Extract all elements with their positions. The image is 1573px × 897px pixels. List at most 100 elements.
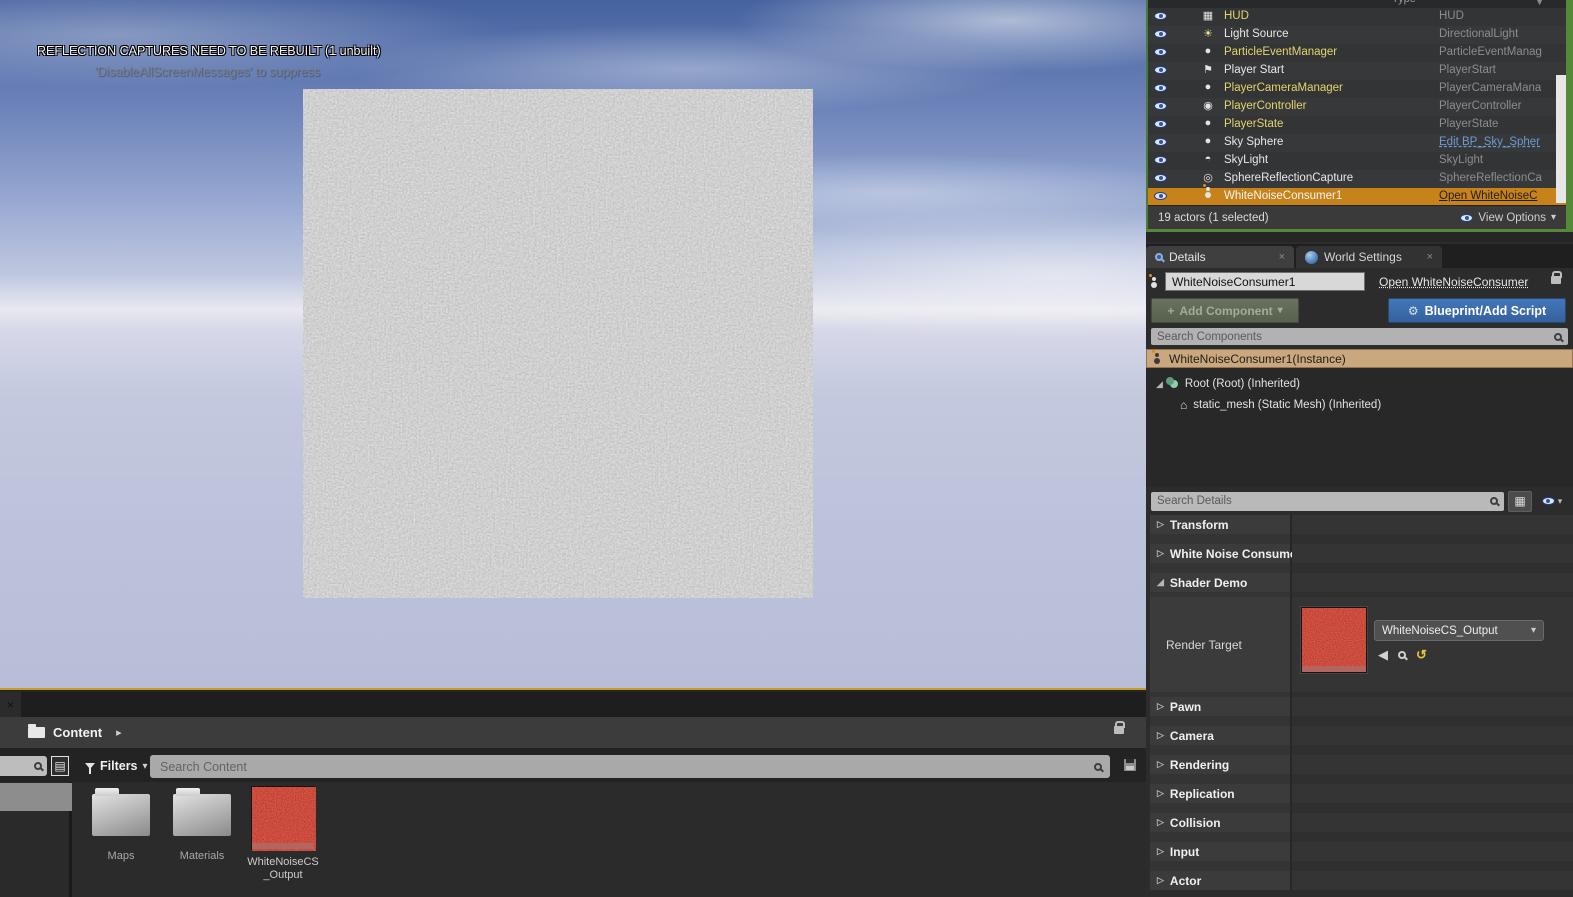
content-browser-asset-area: Maps Materials — [0, 782, 1146, 897]
property-matrix-button[interactable]: ▦ — [1508, 491, 1532, 512]
tree-item-label: static_mesh (Static Mesh) (Inherited) — [1193, 399, 1381, 411]
category-camera[interactable]: ▷ Camera — [1150, 726, 1573, 745]
visibility-eye-icon[interactable] — [1154, 138, 1167, 146]
open-blueprint-link[interactable]: Open WhiteNoiseC — [1439, 190, 1556, 202]
instance-row-selected[interactable]: WhiteNoiseConsumer1(Instance) — [1146, 349, 1573, 368]
category-actor[interactable]: ▷ Actor — [1150, 871, 1573, 890]
category-label: Rendering — [1170, 758, 1229, 772]
category-rendering[interactable]: ▷ Rendering — [1150, 755, 1573, 774]
blueprint-add-script-button[interactable]: ⚙ Blueprint/Add Script — [1388, 298, 1566, 323]
use-selected-asset-icon[interactable]: ◀ — [1378, 647, 1388, 663]
expander-collapsed-icon: ▷ — [1157, 519, 1164, 530]
content-browser-close-tab[interactable]: × — [0, 692, 21, 717]
sort-arrow-icon: ▼ — [1535, 0, 1544, 7]
category-white-noise-consumer[interactable]: ▷ White Noise Consumer — [1150, 544, 1573, 563]
level-viewport[interactable]: REFLECTION CAPTURES NEED TO BE REBUILT (… — [0, 0, 1146, 690]
outliner-row-player-start[interactable]: ⚑ Player Start PlayerStart — [1148, 62, 1566, 80]
visibility-eye-icon[interactable] — [1154, 48, 1167, 56]
reflection-capture-icon: ◎ — [1200, 171, 1216, 184]
white-noise-plane-mesh[interactable] — [303, 89, 813, 598]
category-replication[interactable]: ▷ Replication — [1150, 784, 1573, 803]
display-filter-button[interactable]: ▾ — [1536, 496, 1568, 507]
details-tab-icon — [1155, 253, 1163, 261]
outliner-row-skylight[interactable]: ◓ SkyLight SkyLight — [1148, 152, 1566, 170]
browse-to-asset-icon[interactable] — [1398, 651, 1406, 659]
outliner-row-light-source[interactable]: ☀ Light Source DirectionalLight — [1148, 26, 1566, 44]
visibility-eye-icon[interactable] — [1154, 84, 1167, 92]
actor-label: ParticleEventManager — [1224, 46, 1337, 58]
sources-selected-path[interactable] — [0, 783, 72, 811]
view-options-button[interactable]: View Options ▾ — [1460, 212, 1556, 224]
edit-blueprint-link[interactable]: Edit BP_Sky_Spher — [1439, 136, 1556, 148]
asset-folder-materials[interactable]: Materials — [166, 782, 238, 897]
category-collision[interactable]: ▷ Collision — [1150, 813, 1573, 832]
camera-manager-icon: ● — [1200, 81, 1216, 93]
category-transform[interactable]: ▷ Transform — [1150, 515, 1573, 534]
visibility-eye-icon[interactable] — [1154, 102, 1167, 110]
search-components-input[interactable] — [1151, 331, 1554, 343]
visibility-eye-icon[interactable] — [1154, 192, 1167, 200]
tab-world-settings[interactable]: World Settings × — [1296, 246, 1442, 268]
tree-item-static-mesh[interactable]: ⌂ static_mesh (Static Mesh) (Inherited) — [1180, 398, 1381, 412]
outliner-row-player-state[interactable]: ● PlayerState PlayerState — [1148, 116, 1566, 134]
close-icon[interactable]: × — [1279, 251, 1285, 263]
open-blueprint-link[interactable]: Open WhiteNoiseConsumer — [1379, 275, 1528, 289]
actor-name-field[interactable] — [1165, 272, 1365, 291]
outliner-row-hud[interactable]: ▦ HUD HUD — [1148, 8, 1566, 26]
breadcrumb[interactable]: Content — [53, 725, 102, 740]
render-target-thumbnail[interactable] — [1301, 607, 1367, 673]
category-input[interactable]: ▷ Input — [1150, 842, 1573, 861]
chevron-down-icon: ▾ — [1551, 212, 1556, 223]
sources-search-box[interactable] — [0, 756, 47, 776]
asset-label: Materials — [166, 850, 238, 863]
outliner-row-particle-event-manager[interactable]: ● ParticleEventManager ParticleEventMana… — [1148, 44, 1566, 62]
add-component-button[interactable]: + Add Component ▾ — [1151, 298, 1299, 323]
visibility-eye-icon[interactable] — [1154, 120, 1167, 128]
list-view-icon: ▤ — [54, 759, 65, 773]
search-details-input[interactable] — [1151, 495, 1490, 507]
visibility-eye-icon[interactable] — [1154, 66, 1167, 74]
visibility-eye-icon[interactable] — [1154, 12, 1167, 20]
reset-to-default-icon[interactable]: ↺ — [1416, 647, 1427, 663]
category-pawn[interactable]: ▷ Pawn — [1150, 697, 1573, 716]
outliner-scrollbar-thumb[interactable] — [1556, 75, 1566, 203]
asset-folder-maps[interactable]: Maps — [85, 782, 157, 897]
content-browser-panel: × Content ▸ ▤ Filters ▾ Maps — [0, 692, 1146, 897]
details-panel: Details × World Settings × Open WhiteNoi… — [1146, 242, 1573, 897]
close-icon: × — [7, 698, 14, 712]
outliner-row-player-controller[interactable]: ◉ PlayerController PlayerController — [1148, 98, 1566, 116]
category-shader-demo[interactable]: ◢ Shader Demo — [1150, 573, 1573, 592]
details-button-row: + Add Component ▾ ⚙ Blueprint/Add Script — [1146, 295, 1573, 327]
outliner-row-player-camera-manager[interactable]: ● PlayerCameraManager PlayerCameraMana — [1148, 80, 1566, 98]
tree-item-root[interactable]: ◢ Root (Root) (Inherited) — [1156, 378, 1300, 390]
outliner-row-white-noise-consumer1-selected[interactable]: WhiteNoiseConsumer1 Open WhiteNoiseC — [1148, 188, 1566, 206]
visibility-eye-icon[interactable] — [1154, 156, 1167, 164]
asset-texture-whitenoisecs-output[interactable]: WhiteNoiseCS _Output — [247, 782, 319, 897]
outliner-column-header[interactable]: Type ▼ — [1148, 0, 1566, 8]
expander-expanded-icon[interactable]: ◢ — [1156, 379, 1163, 390]
asset-label: WhiteNoiseCS _Output — [247, 856, 319, 882]
sphere-icon: ● — [1200, 117, 1216, 129]
category-label: Collision — [1170, 816, 1221, 830]
save-all-icon[interactable] — [1124, 759, 1136, 771]
render-target-dropdown[interactable]: WhiteNoiseCS_Output ▾ — [1374, 620, 1544, 641]
content-browser-tab-bar: × — [0, 692, 1146, 717]
lock-icon[interactable] — [1551, 276, 1561, 284]
search-content-input[interactable] — [150, 760, 1094, 774]
category-label: Actor — [1170, 874, 1201, 888]
actor-label: PlayerController — [1224, 100, 1306, 112]
world-outliner-panel: Type ▼ ▦ HUD HUD ☀ Light Source Directio… — [1146, 0, 1573, 232]
outliner-row-sky-sphere[interactable]: ● Sky Sphere Edit BP_Sky_Spher — [1148, 134, 1566, 152]
sources-list-view-button[interactable]: ▤ — [51, 756, 69, 776]
actor-label: Light Source — [1224, 28, 1289, 40]
category-label: Shader Demo — [1170, 576, 1247, 590]
outliner-row-sphere-reflection-capture[interactable]: ◎ SphereReflectionCapture SphereReflecti… — [1148, 170, 1566, 188]
breadcrumb-arrow-icon[interactable]: ▸ — [116, 726, 122, 739]
visibility-eye-icon[interactable] — [1154, 174, 1167, 182]
actor-type: PlayerStart — [1439, 64, 1556, 76]
tab-details[interactable]: Details × — [1146, 246, 1294, 268]
visibility-eye-icon[interactable] — [1154, 30, 1167, 38]
filters-button[interactable]: Filters ▾ — [85, 756, 148, 776]
content-browser-lock-icon[interactable] — [1114, 726, 1124, 734]
close-icon[interactable]: × — [1427, 251, 1433, 263]
